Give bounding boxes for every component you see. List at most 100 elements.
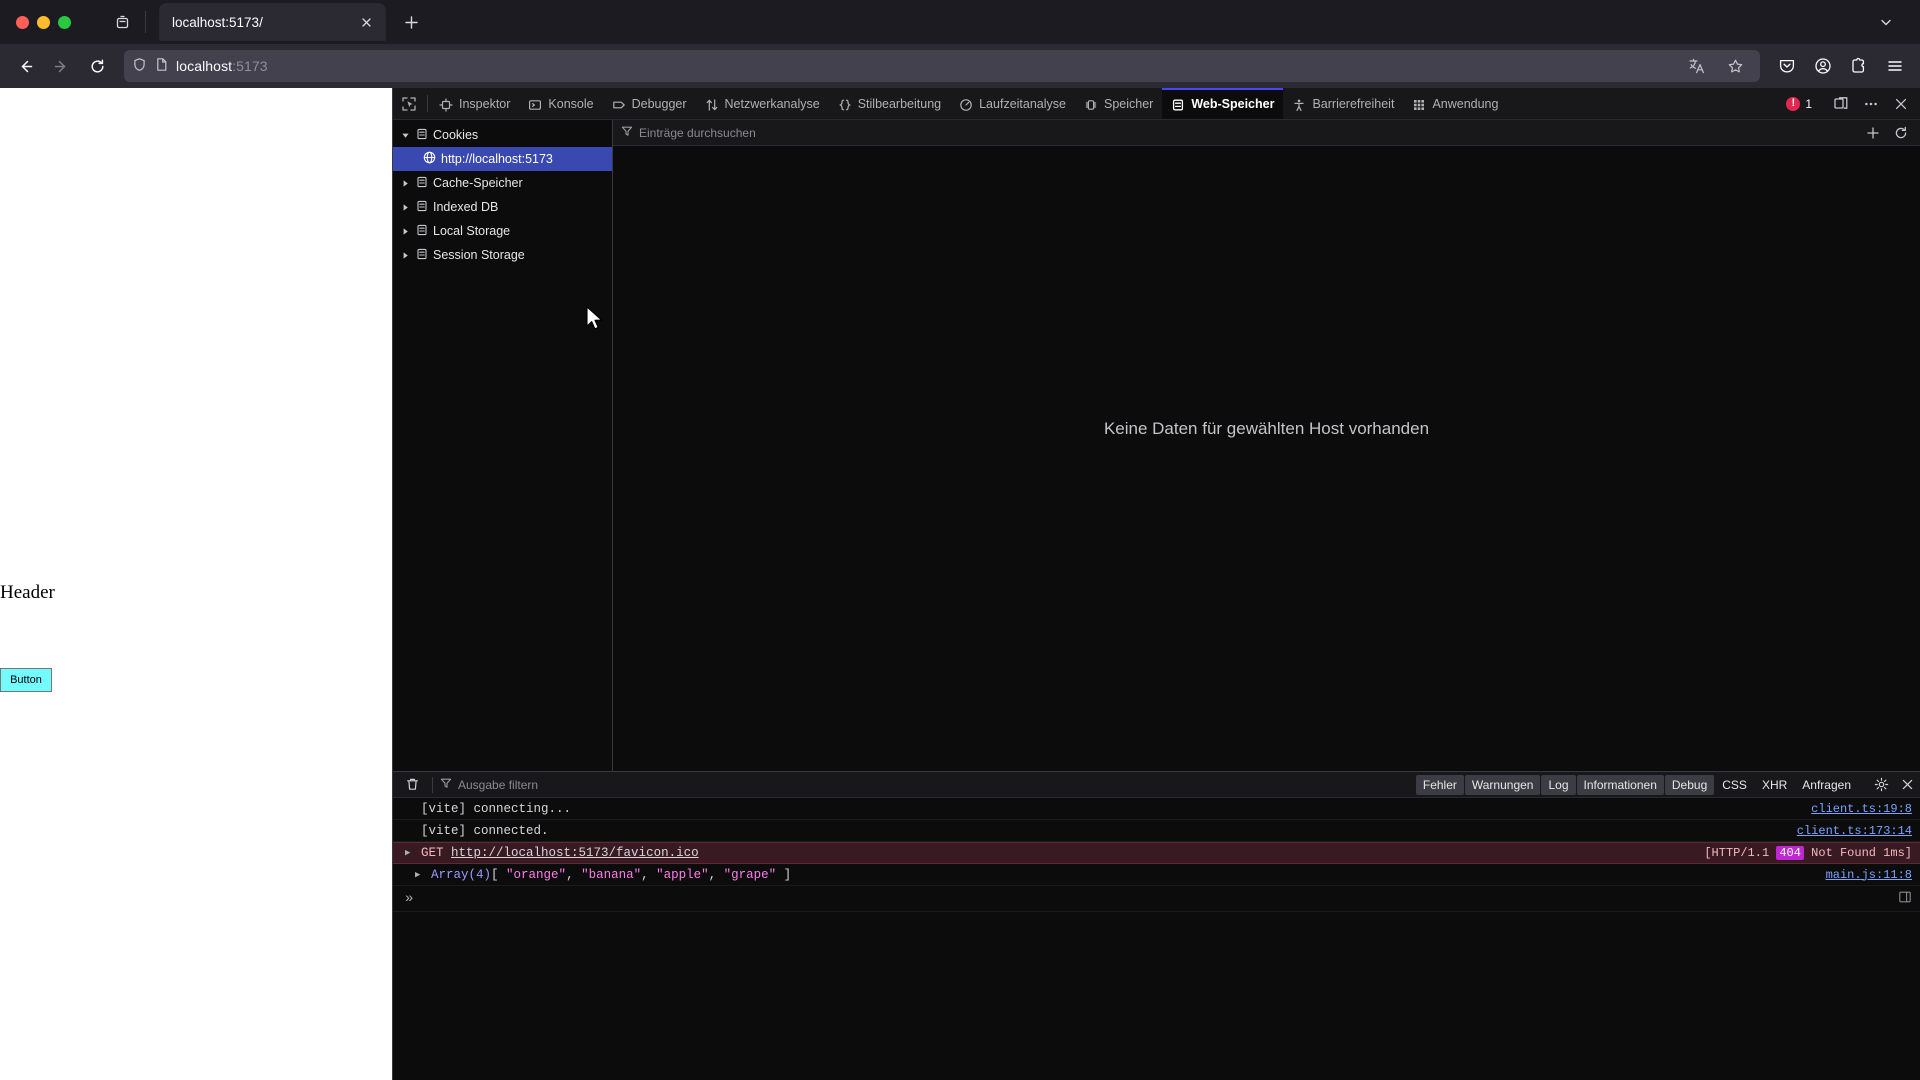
status-code: 404 (1776, 846, 1804, 860)
chevron-right-icon[interactable] (399, 179, 411, 188)
tree-item-label: Session Storage (433, 248, 525, 262)
translate-icon[interactable] (1680, 50, 1714, 82)
minimize-window-button[interactable] (37, 15, 50, 29)
console-source-link[interactable]: client.ts:19:8 (1811, 802, 1912, 816)
extensions-icon[interactable] (1842, 50, 1876, 82)
console-toolbar-divider (432, 776, 433, 793)
console-message: Array(4)[ "orange", "banana", "apple", "… (431, 867, 792, 882)
reload-icon[interactable] (80, 50, 114, 82)
back-arrow-icon[interactable] (8, 50, 42, 82)
console-source-link[interactable]: client.ts:173:14 (1797, 824, 1912, 838)
storage-type-icon (416, 248, 428, 263)
tab-label: Barrierefreiheit (1312, 96, 1395, 111)
tab-anwendung[interactable]: Anwendung (1403, 88, 1507, 119)
devtools-toolbar-right: ! 1 (1777, 88, 1920, 119)
array-close: ] (776, 867, 792, 882)
tree-item-cache-speicher[interactable]: Cache-Speicher (393, 171, 612, 195)
gear-icon[interactable] (1868, 772, 1894, 798)
console-source-link[interactable]: main.js:11:8 (1826, 868, 1912, 882)
hamburger-menu-icon[interactable] (1878, 50, 1912, 82)
tab-konsole[interactable]: Konsole (519, 88, 602, 119)
pill-anfragen[interactable]: Anfragen (1795, 775, 1858, 795)
tree-item-session-storage[interactable]: Session Storage (393, 243, 612, 267)
tab-speicher[interactable]: Speicher (1075, 88, 1162, 119)
forward-arrow-icon[interactable] (44, 50, 78, 82)
request-url[interactable]: http://localhost:5173/favicon.ico (451, 846, 699, 860)
search-input[interactable] (639, 125, 1854, 140)
address-bar[interactable]: localhost:5173 (124, 50, 1760, 82)
tab-netzwerkanalyse[interactable]: Netzwerkanalyse (696, 88, 829, 119)
refresh-icon[interactable] (1888, 120, 1914, 146)
tree-item-host[interactable]: http://localhost:5173 (393, 147, 612, 171)
console-row-error[interactable]: ▶ GET http://localhost:5173/favicon.ico … (393, 842, 1920, 864)
tab-label: Laufzeitanalyse (979, 96, 1066, 111)
console-toolbar-right (1868, 772, 1920, 798)
expand-triangle-icon[interactable]: ▶ (405, 848, 415, 858)
console-row-array[interactable]: ▶ Array(4)[ "orange", "banana", "apple",… (393, 864, 1920, 886)
account-icon[interactable] (1806, 50, 1840, 82)
chevron-down-icon[interactable] (1870, 7, 1902, 37)
pill-xhr[interactable]: XHR (1755, 775, 1794, 795)
shield-icon[interactable] (132, 57, 147, 75)
tab-strip: localhost:5173/ (0, 0, 1920, 44)
pill-fehler[interactable]: Fehler (1415, 774, 1464, 795)
tab-web-speicher[interactable]: Web-Speicher (1162, 88, 1284, 119)
page-button[interactable]: Button (0, 668, 52, 692)
close-icon[interactable] (1894, 772, 1920, 798)
chevron-right-icon[interactable] (399, 251, 411, 260)
tree-item-indexed-db[interactable]: Indexed DB (393, 195, 612, 219)
tab-laufzeitanalyse[interactable]: Laufzeitanalyse (950, 88, 1075, 119)
multiline-editor-icon[interactable] (1898, 890, 1912, 908)
storage-search[interactable] (621, 125, 1854, 140)
devtools-panel: Inspektor Konsole Debugger Netzwerkanaly… (392, 88, 1920, 1080)
array-label: Array (431, 867, 469, 882)
pill-log[interactable]: Log (1541, 774, 1576, 795)
new-tab-button[interactable] (395, 6, 427, 38)
pill-informationen[interactable]: Informationen (1576, 774, 1664, 795)
plus-icon[interactable] (1860, 120, 1886, 146)
storage-type-icon (416, 200, 428, 215)
tab-inspektor[interactable]: Inspektor (430, 88, 519, 119)
pill-css[interactable]: CSS (1715, 775, 1754, 795)
console-row-log[interactable]: [vite] connecting... client.ts:19:8 (393, 798, 1920, 820)
storage-type-icon (416, 128, 428, 143)
pill-debug[interactable]: Debug (1664, 774, 1715, 795)
filter-funnel-icon (440, 777, 452, 792)
tab-stilbearbeitung[interactable]: Stilbearbeitung (829, 88, 950, 119)
error-count-badge[interactable]: ! 1 (1777, 96, 1821, 111)
filter-funnel-icon (621, 125, 633, 140)
page-document-icon[interactable] (154, 57, 169, 75)
close-devtools-icon[interactable] (1886, 88, 1916, 120)
chevron-right-icon[interactable] (399, 203, 411, 212)
tab-barrierefreiheit[interactable]: Barrierefreiheit (1283, 88, 1403, 119)
console-input-row[interactable]: » (393, 886, 1920, 912)
console-filter-input[interactable] (458, 777, 660, 792)
tab-label: Anwendung (1432, 96, 1499, 111)
expand-triangle-icon[interactable]: ▶ (415, 870, 425, 880)
pocket-icon[interactable] (1770, 50, 1804, 82)
tab-debugger[interactable]: Debugger (603, 88, 696, 119)
window-controls (8, 15, 81, 29)
list-all-tabs-icon[interactable] (105, 7, 139, 37)
trash-icon[interactable] (399, 772, 425, 798)
devtools-body: Cookies http://localhost:5173 Cache-Spei… (393, 120, 1920, 772)
responsive-design-mode-icon[interactable] (1826, 88, 1856, 120)
console-row-log[interactable]: [vite] connected. client.ts:173:14 (393, 820, 1920, 842)
browser-tab[interactable]: localhost:5173/ (160, 4, 385, 40)
tree-item-cookies[interactable]: Cookies (393, 123, 612, 147)
console-filter[interactable] (440, 777, 660, 792)
chevron-right-icon[interactable] (399, 227, 411, 236)
pill-warnungen[interactable]: Warnungen (1464, 774, 1541, 795)
close-icon[interactable] (355, 11, 377, 33)
close-window-button[interactable] (16, 15, 29, 29)
more-options-icon[interactable] (1856, 88, 1886, 120)
tree-item-label: Cookies (433, 128, 479, 142)
console-toolbar: Fehler Warnungen Log Informationen Debug… (393, 772, 1920, 798)
maximize-window-button[interactable] (58, 15, 71, 29)
element-picker-icon[interactable] (393, 88, 425, 119)
split-console: Fehler Warnungen Log Informationen Debug… (393, 772, 1920, 1080)
star-icon[interactable] (1718, 50, 1752, 82)
response-status: [HTTP/1.1 404 Not Found 1ms] (1704, 846, 1912, 860)
tree-item-local-storage[interactable]: Local Storage (393, 219, 612, 243)
chevron-down-icon[interactable] (399, 131, 411, 140)
